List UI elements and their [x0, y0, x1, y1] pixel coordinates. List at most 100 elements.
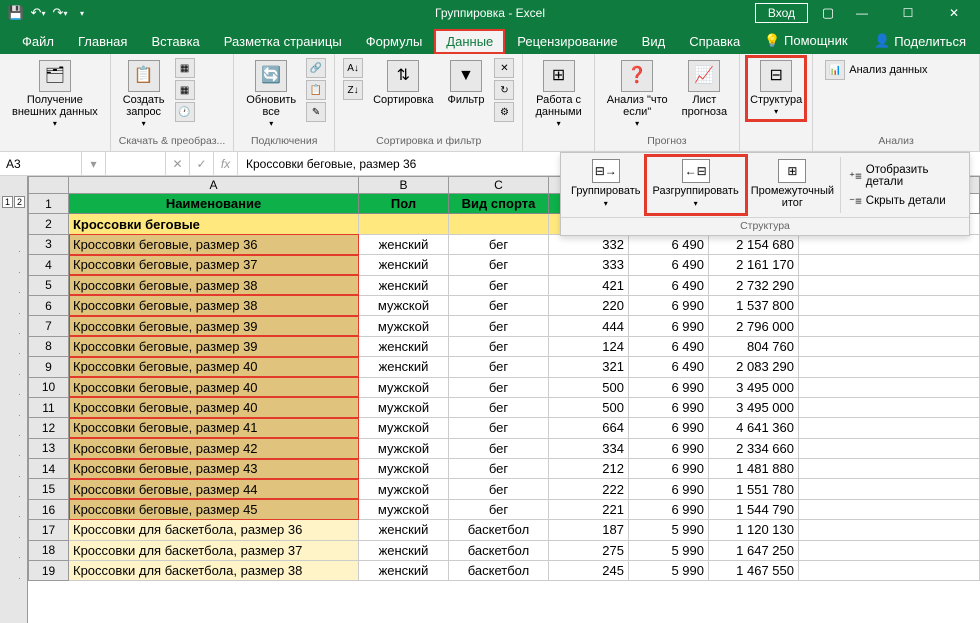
sex-cell[interactable]: женский — [359, 357, 449, 377]
price-cell[interactable]: 6 990 — [629, 397, 709, 417]
total-cell[interactable]: 2 334 660 — [709, 438, 799, 458]
row-header[interactable]: 11 — [29, 397, 69, 417]
sex-cell[interactable]: мужской — [359, 377, 449, 397]
price-cell[interactable]: 6 990 — [629, 499, 709, 519]
get-external-data-button[interactable]: 🗂Получение внешних данных▾ — [8, 58, 102, 131]
price-cell[interactable]: 6 990 — [629, 459, 709, 479]
empty-cell[interactable] — [799, 357, 980, 377]
empty-cell[interactable] — [799, 234, 980, 254]
tab-home[interactable]: Главная — [66, 29, 139, 54]
price-cell[interactable]: 6 990 — [629, 418, 709, 438]
empty-cell[interactable] — [799, 520, 980, 540]
row-header[interactable]: 13 — [29, 438, 69, 458]
name-cell[interactable]: Кроссовки беговые, размер 40 — [69, 377, 359, 397]
qty-cell[interactable]: 221 — [549, 499, 629, 519]
sex-cell[interactable]: женский — [359, 255, 449, 275]
show-detail-button[interactable]: ⁺≡ Отобразить детали — [849, 161, 957, 191]
tab-insert[interactable]: Вставка — [139, 29, 211, 54]
new-query-button[interactable]: 📋Создать запрос▾ — [119, 58, 169, 131]
name-cell[interactable]: Кроссовки беговые, размер 38 — [69, 295, 359, 315]
header-cell[interactable]: Пол — [359, 194, 449, 214]
outline-dot[interactable]: · — [0, 492, 27, 512]
sort-button[interactable]: ⇅Сортировка — [369, 58, 437, 108]
outline-dot[interactable]: · — [0, 268, 27, 288]
row-header[interactable]: 2 — [29, 214, 69, 234]
empty-cell[interactable] — [799, 316, 980, 336]
sex-cell[interactable]: мужской — [359, 295, 449, 315]
header-cell[interactable]: Вид спорта — [449, 194, 549, 214]
total-cell[interactable]: 2 161 170 — [709, 255, 799, 275]
outline-dot[interactable]: · — [0, 390, 27, 410]
outline-dot[interactable]: · — [0, 553, 27, 573]
price-cell[interactable]: 6 990 — [629, 377, 709, 397]
sport-cell[interactable]: бег — [449, 234, 549, 254]
price-cell[interactable]: 6 490 — [629, 336, 709, 356]
sort-desc-button[interactable]: Z↓ — [343, 80, 363, 100]
total-cell[interactable]: 2 154 680 — [709, 234, 799, 254]
qty-cell[interactable]: 664 — [549, 418, 629, 438]
sex-cell[interactable]: мужской — [359, 418, 449, 438]
row-header[interactable]: 17 — [29, 520, 69, 540]
share-button[interactable]: 👤 Поделиться — [860, 28, 980, 54]
qty-cell[interactable]: 421 — [549, 275, 629, 295]
advanced-filter-button[interactable]: ⚙ — [494, 102, 514, 122]
name-cell[interactable]: Кроссовки для баскетбола, размер 37 — [69, 540, 359, 560]
empty-cell[interactable] — [799, 255, 980, 275]
row-header[interactable]: 5 — [29, 275, 69, 295]
total-cell[interactable]: 1 481 880 — [709, 459, 799, 479]
whatif-button[interactable]: ❓Анализ "что если"▾ — [603, 58, 672, 131]
outline-dot[interactable]: · — [0, 309, 27, 329]
sex-cell[interactable]: женский — [359, 336, 449, 356]
sex-cell[interactable]: мужской — [359, 316, 449, 336]
filter-button[interactable]: ▼Фильтр — [443, 58, 488, 108]
qty-cell[interactable]: 245 — [549, 561, 629, 581]
sport-cell[interactable]: бег — [449, 336, 549, 356]
subheader-cell[interactable]: Кроссовки беговые — [69, 214, 359, 234]
tab-pagelayout[interactable]: Разметка страницы — [212, 29, 354, 54]
namebox-dropdown[interactable]: ▾ — [82, 152, 106, 175]
tab-tellme[interactable]: 💡 Помощник — [752, 28, 859, 54]
cell[interactable] — [359, 214, 449, 234]
sport-cell[interactable]: бег — [449, 255, 549, 275]
data-analysis-button[interactable]: 📊Анализ данных — [821, 58, 931, 82]
empty-cell[interactable] — [799, 295, 980, 315]
sport-cell[interactable]: бег — [449, 499, 549, 519]
fx-button[interactable]: fx — [214, 152, 238, 175]
qty-cell[interactable]: 444 — [549, 316, 629, 336]
sport-cell[interactable]: бег — [449, 397, 549, 417]
total-cell[interactable]: 804 760 — [709, 336, 799, 356]
outline-dot[interactable]: · — [0, 472, 27, 492]
total-cell[interactable]: 2 732 290 — [709, 275, 799, 295]
row-header[interactable]: 15 — [29, 479, 69, 499]
sex-cell[interactable]: мужской — [359, 479, 449, 499]
outline-dot[interactable]: · — [0, 329, 27, 349]
enter-formula-button[interactable]: ✓ — [190, 152, 214, 175]
price-cell[interactable]: 6 990 — [629, 438, 709, 458]
col-header-a[interactable]: A — [69, 177, 359, 194]
data-tools-button[interactable]: ⊞Работа с данными▾ — [531, 58, 585, 131]
name-cell[interactable]: Кроссовки беговые, размер 36 — [69, 234, 359, 254]
row-header[interactable]: 18 — [29, 540, 69, 560]
name-cell[interactable]: Кроссовки беговые, размер 44 — [69, 479, 359, 499]
total-cell[interactable]: 3 495 000 — [709, 377, 799, 397]
row-header[interactable]: 19 — [29, 561, 69, 581]
outline-dot[interactable]: · — [0, 370, 27, 390]
sport-cell[interactable]: бег — [449, 479, 549, 499]
qty-cell[interactable]: 275 — [549, 540, 629, 560]
qty-cell[interactable]: 332 — [549, 234, 629, 254]
total-cell[interactable]: 1 544 790 — [709, 499, 799, 519]
ribbon-opts-icon[interactable]: ▢ — [818, 3, 838, 23]
show-queries-button[interactable]: ▦ — [175, 58, 195, 78]
empty-cell[interactable] — [799, 438, 980, 458]
qty-cell[interactable]: 333 — [549, 255, 629, 275]
tab-review[interactable]: Рецензирование — [505, 29, 629, 54]
header-cell[interactable]: Наименование — [69, 194, 359, 214]
sex-cell[interactable]: женский — [359, 275, 449, 295]
outline-dot[interactable]: · — [0, 247, 27, 267]
total-cell[interactable]: 1 537 800 — [709, 295, 799, 315]
price-cell[interactable]: 6 490 — [629, 234, 709, 254]
outline-dot[interactable]: · — [0, 533, 27, 553]
save-icon[interactable]: 💾 — [6, 3, 26, 23]
tab-data[interactable]: Данные — [434, 29, 505, 54]
sport-cell[interactable]: баскетбол — [449, 561, 549, 581]
